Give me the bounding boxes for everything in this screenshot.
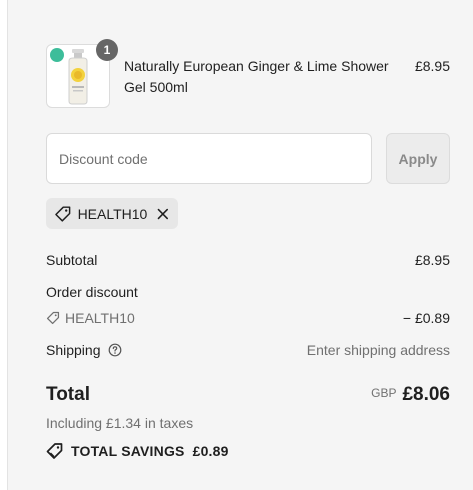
page-edge <box>0 0 8 490</box>
product-name: Naturally European Ginger & Lime Shower … <box>124 58 389 95</box>
total-label: Total <box>46 384 90 405</box>
shipping-label-group: Shipping <box>46 342 122 358</box>
product-price: £8.95 <box>414 58 450 74</box>
savings-value: £0.89 <box>192 443 229 459</box>
help-circle-icon[interactable] <box>108 343 122 357</box>
applied-code-label: HEALTH10 <box>77 205 148 222</box>
total-value-group: GBP £8.06 <box>371 384 450 406</box>
total-row: Total GBP £8.06 <box>46 384 450 410</box>
discount-code-input[interactable] <box>46 133 372 184</box>
order-discount-label: Order discount <box>46 284 138 300</box>
product-thumbnail: 1 <box>46 39 118 108</box>
remove-discount-close-icon[interactable] <box>156 207 170 221</box>
total-savings: TOTAL SAVINGS £0.89 <box>46 442 229 460</box>
shipping-label: Shipping <box>46 342 101 358</box>
discount-code-detail: HEALTH10 <box>46 310 135 326</box>
shipping-value: Enter shipping address <box>306 342 450 358</box>
savings-tag-icon <box>46 443 63 459</box>
tag-icon <box>55 205 71 222</box>
savings-label: TOTAL SAVINGS <box>71 443 185 459</box>
apply-button[interactable]: Apply <box>386 133 450 184</box>
discount-value: − £0.89 <box>402 310 450 326</box>
line-item: 1 Naturally European Ginger & Lime Showe… <box>46 39 450 108</box>
subtotal-label: Subtotal <box>46 252 98 268</box>
total-value: £8.06 <box>402 384 450 405</box>
subtotal-value: £8.95 <box>414 252 450 268</box>
discount-code-text: HEALTH10 <box>65 310 135 326</box>
taxes-note: Including £1.34 in taxes <box>46 415 194 431</box>
currency-code: GBP <box>371 386 397 400</box>
quantity-badge: 1 <box>96 39 118 61</box>
tag-icon <box>46 311 60 325</box>
applied-discount-tag: HEALTH10 <box>46 198 178 229</box>
